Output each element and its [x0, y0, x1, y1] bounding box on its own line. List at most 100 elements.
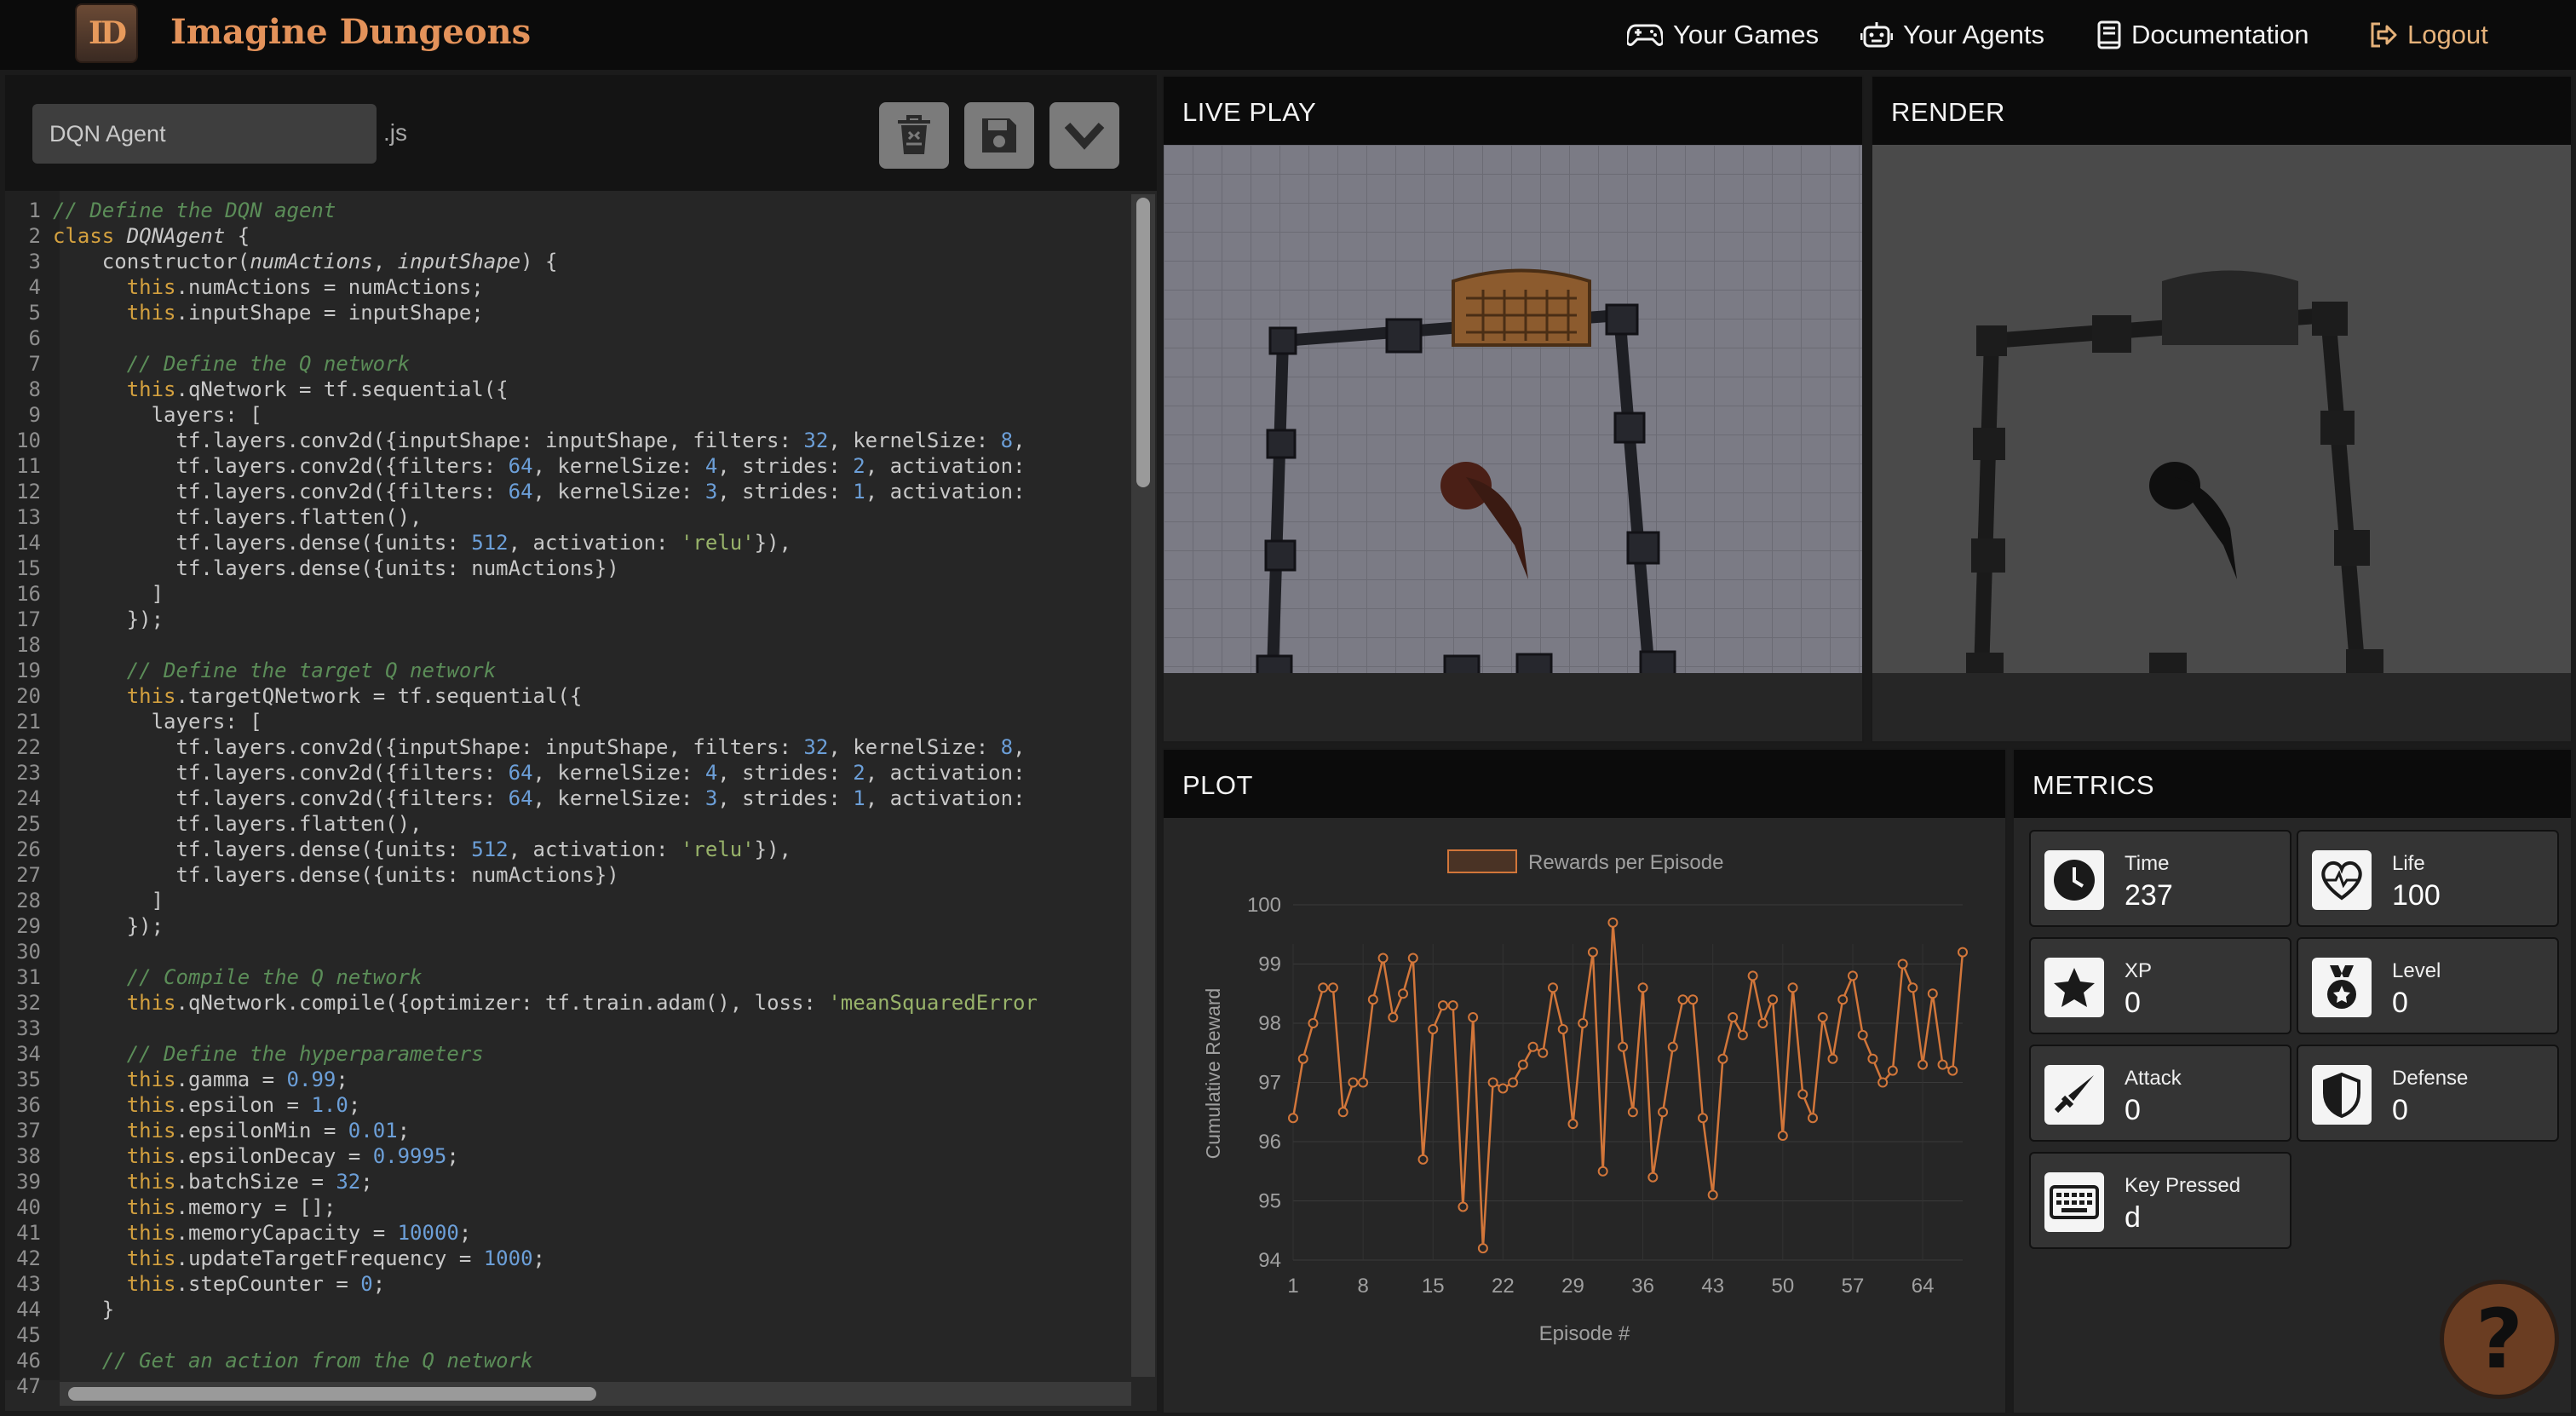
- delete-button[interactable]: [879, 102, 949, 169]
- code-token: this: [53, 1246, 176, 1270]
- data-point: [1737, 1029, 1748, 1040]
- collapse-button[interactable]: [1049, 102, 1119, 169]
- code-line: 28 ]: [5, 888, 164, 913]
- code-token: ;: [360, 1170, 373, 1194]
- code-token: this: [53, 1272, 176, 1296]
- code-token: , activation:: [865, 454, 1026, 478]
- robot-icon: [1860, 22, 1893, 48]
- x-tick-label: 15: [1422, 1275, 1445, 1298]
- data-point: [1817, 1012, 1828, 1023]
- data-point: [1417, 1154, 1429, 1165]
- code-token: , activation:: [865, 761, 1026, 785]
- x-tick-label: 50: [1771, 1275, 1794, 1298]
- code-token: 3: [704, 786, 718, 810]
- x-tick-label: 1: [1287, 1275, 1298, 1298]
- live-game-view[interactable]: [1164, 145, 1862, 673]
- data-point: [1757, 1018, 1768, 1028]
- code-line: 29 });: [5, 913, 164, 939]
- code-token: tf.layers.conv2d({filters:: [53, 480, 509, 504]
- y-tick-label: 99: [1258, 953, 1281, 976]
- horizontal-scrollbar-thumb[interactable]: [68, 1387, 596, 1401]
- line-number: 24: [16, 786, 41, 810]
- code-line: 3 constructor(numActions, inputShape) {: [5, 249, 558, 274]
- metric-key-pressed: Key Pressed d: [2029, 1152, 2291, 1249]
- code-line: 32 this.qNetwork.compile({optimizer: tf.…: [5, 990, 1038, 1016]
- code-token: ,: [1013, 735, 1026, 759]
- code-token: this: [53, 991, 176, 1015]
- data-point: [1768, 994, 1779, 1005]
- app-title[interactable]: Imagine Dungeons: [170, 12, 531, 52]
- y-tick-label: 100: [1247, 894, 1281, 917]
- book-icon: [2097, 20, 2121, 49]
- line-number: 20: [16, 684, 41, 708]
- data-point: [1407, 953, 1418, 964]
- help-button[interactable]: ?: [2440, 1280, 2559, 1399]
- logo[interactable]: ID: [75, 3, 138, 63]
- nav-documentation[interactable]: Documentation: [2097, 17, 2309, 53]
- line-number: 46: [16, 1349, 41, 1373]
- code-line: 11 tf.layers.conv2d({filters: 64, kernel…: [5, 453, 1026, 479]
- code-token: tf.layers.conv2d({filters:: [53, 786, 509, 810]
- code-token: ]: [53, 889, 164, 912]
- code-token: // Compile the Q network: [53, 965, 423, 989]
- grayscale-render-image: [1872, 145, 2571, 673]
- vertical-scrollbar-thumb[interactable]: [1136, 198, 1150, 487]
- data-point: [1907, 982, 1918, 993]
- code-token: .numActions = numActions;: [175, 275, 484, 299]
- code-token: , strides:: [717, 786, 854, 810]
- metric-defense: Defense 0: [2297, 1045, 2559, 1142]
- data-point: [1508, 1077, 1519, 1088]
- code-line: 9 layers: [: [5, 402, 262, 428]
- code-token: ;: [458, 1221, 472, 1245]
- code-token: .epsilon =: [175, 1093, 312, 1117]
- code-text-area[interactable]: 1 // Define the DQN agent 2 class DQNAgent …: [5, 191, 1157, 1411]
- trash-can-icon: [898, 115, 930, 154]
- code-line: 6: [5, 325, 53, 351]
- code-token: 64: [508, 786, 533, 810]
- code-line: 31 // Compile the Q network: [5, 964, 422, 990]
- nav-your-agents-label: Your Agents: [1903, 20, 2045, 49]
- nav-logout[interactable]: Logout: [2368, 17, 2488, 53]
- line-number: 40: [16, 1195, 41, 1219]
- code-token: this: [53, 1221, 176, 1245]
- render-title: RENDER: [1872, 77, 2571, 145]
- save-button[interactable]: [964, 102, 1034, 169]
- code-token: 4: [704, 761, 718, 785]
- line-number: 31: [16, 965, 41, 989]
- line-number: 7: [28, 352, 41, 376]
- data-point: [1288, 1113, 1298, 1124]
- line-number: 25: [16, 812, 41, 836]
- code-token: .epsilonMin =: [175, 1119, 348, 1143]
- logo-text: ID: [88, 15, 127, 51]
- code-token: this: [53, 301, 176, 325]
- nav-logout-label: Logout: [2407, 20, 2488, 49]
- agent-name-input[interactable]: [32, 104, 377, 164]
- code-token: , strides:: [717, 454, 854, 478]
- data-point: [1837, 994, 1849, 1005]
- nav-documentation-label: Documentation: [2131, 20, 2309, 49]
- code-token: DQNAgent: [126, 224, 226, 248]
- data-point: [1348, 1077, 1359, 1088]
- code-token: , strides:: [717, 761, 854, 785]
- data-point: [1548, 982, 1559, 993]
- code-token: .epsilonDecay =: [175, 1144, 373, 1168]
- line-number: 37: [16, 1119, 41, 1143]
- data-point: [1857, 1029, 1868, 1040]
- rewards-line-chart[interactable]: 94 95 96 97 98 99 100 1 8 15 22 29 36 43 50 57 64 Episode…: [1164, 818, 2005, 1414]
- code-token: , activation:: [865, 786, 1026, 810]
- y-tick-label: 94: [1258, 1249, 1281, 1272]
- nav-your-games[interactable]: Your Games: [1627, 17, 1819, 53]
- line-number: 2: [28, 224, 41, 248]
- code-token: 8: [1000, 735, 1014, 759]
- code-editor-panel: .js 1 // Define the DQN agent 2 class DQNAg…: [5, 75, 1157, 1411]
- code-line: 15 tf.layers.dense({units: numActions}): [5, 555, 619, 581]
- code-token: this: [53, 275, 176, 299]
- line-number: 3: [28, 250, 41, 273]
- line-number: 29: [16, 914, 41, 938]
- nav-your-agents[interactable]: Your Agents: [1860, 17, 2044, 53]
- code-token: .batchSize =: [175, 1170, 336, 1194]
- metric-label: Level: [2392, 959, 2441, 982]
- code-token: ;: [446, 1144, 459, 1168]
- code-token: 4: [704, 454, 718, 478]
- metric-level: Level 0: [2297, 937, 2559, 1034]
